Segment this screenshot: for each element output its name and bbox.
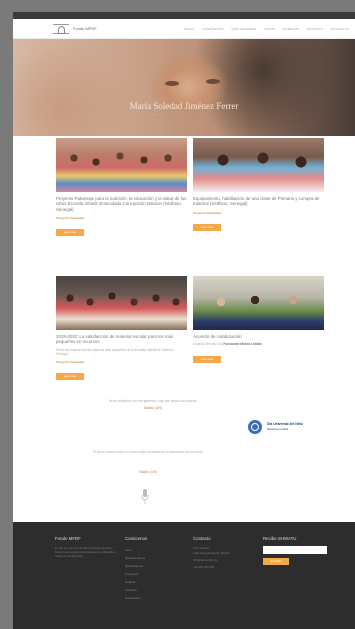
footer-heading: Contacto — [193, 536, 211, 541]
nav-item-apoya[interactable]: Apoya — [264, 27, 275, 31]
nav-item-inicio[interactable]: Inicio — [184, 27, 194, 31]
footer-link[interactable]: Donaciones — [125, 594, 185, 602]
project-photo[interactable] — [193, 138, 324, 192]
un-badge-title: Día Universal del Niño — [267, 422, 303, 426]
excerpt-prefix: Acuerdo firmado con — [193, 342, 223, 347]
footer-about: Fondo MFDF Fondo en memoria de María Sol… — [55, 536, 117, 559]
nav-item-eventos[interactable]: Eventos — [283, 27, 299, 31]
project-category: Proyecto Finalizado — [193, 210, 222, 215]
project-photo[interactable] — [193, 276, 324, 330]
footer-link[interactable]: Contacto — [125, 586, 185, 594]
footer-newsletter: Recibe SHWATU Suscribir — [263, 536, 335, 565]
footer-link[interactable]: Proyectos — [125, 570, 185, 578]
projects-row: Proyecto Pakamaje para la nutrición, la … — [56, 138, 324, 238]
nav-item-conocenos[interactable]: Conócenos — [202, 27, 223, 31]
main-nav: Inicio Conócenos Qué hacemos Apoya Event… — [184, 27, 349, 31]
site-logo[interactable]: Fondo MFDF — [53, 23, 97, 34]
footer-heading: Conócenos — [125, 536, 148, 541]
quote-author: Malala (UN) — [143, 406, 163, 410]
site-header: Fondo MFDF Inicio Conócenos Qué hacemos … — [13, 19, 355, 39]
footer-about-text: Fondo en memoria de María Soledad Jiméne… — [55, 546, 117, 559]
footer-link[interactable]: Quiénes somos — [125, 554, 185, 562]
project-excerpt: Envío de material escolar para los más p… — [56, 347, 175, 357]
hero-image-detail — [206, 79, 220, 84]
read-more-button[interactable]: Leer más — [193, 355, 221, 363]
project-excerpt: Acuerdo firmado con Fundación Manos Unid… — [193, 342, 324, 346]
browser-page: Fondo MFDF Inicio Conócenos Qué hacemos … — [13, 12, 355, 629]
admin-bar — [13, 12, 355, 19]
read-more-button[interactable]: Leer más — [56, 229, 84, 237]
hero-image-detail — [165, 81, 179, 86]
project-title[interactable]: Acuerdo de colaboración — [193, 334, 324, 339]
footer-link[interactable]: Noticias — [125, 578, 185, 586]
project-category: Proyecto Finalizado — [56, 360, 85, 365]
read-more-button[interactable]: Leer más — [193, 223, 221, 231]
hero-title: María Soledad Jiménez Ferrer — [129, 101, 239, 111]
microphone-icon — [141, 489, 149, 504]
project-photo[interactable] — [56, 138, 187, 192]
newsletter-email-input[interactable] — [263, 546, 327, 554]
footer-links: Conócenos Inicio Quiénes somos Qué hacem… — [125, 536, 185, 602]
quote-text: No es suficiente con ser generoso; hay q… — [108, 399, 198, 403]
logo-text: Fondo MFDF — [73, 26, 97, 31]
project-category: Proyecto Finalizado — [56, 216, 85, 221]
nav-item-noticias[interactable]: Noticias — [307, 27, 323, 31]
logo-icon — [53, 23, 69, 34]
project-title[interactable]: Equipamiento, habilitación de una clase … — [193, 196, 324, 207]
subscribe-button[interactable]: Suscribir — [263, 558, 289, 565]
footer-contact-line: +34 900 000 000 — [193, 565, 215, 570]
site-footer: Fondo MFDF Fondo en memoria de María Sol… — [13, 522, 355, 629]
project-card: Equipamiento, habilitación de una clase … — [193, 138, 324, 238]
projects-row: 2019-2020: La satisfacción de material e… — [56, 276, 324, 382]
hero-subtitle: Una mirada de esperanza solidaria — [152, 114, 216, 119]
footer-link[interactable]: Inicio — [125, 546, 185, 554]
footer-heading: Recibe SHWATU — [263, 536, 297, 541]
un-emblem-icon — [248, 420, 262, 434]
project-card: Acuerdo de colaboración Acuerdo firmado … — [193, 276, 324, 382]
quote-author: Malala (UN) — [138, 470, 158, 474]
footer-heading: Fondo MFDF — [55, 536, 81, 541]
read-more-button[interactable]: Leer más — [56, 373, 84, 381]
project-title[interactable]: Proyecto Pakamaje para la nutrición, la … — [56, 196, 187, 212]
project-photo[interactable] — [56, 276, 187, 330]
footer-link[interactable]: Qué hacemos — [125, 562, 185, 570]
excerpt-highlight: Fundación Manos Unidas — [223, 342, 262, 347]
project-card: Proyecto Pakamaje para la nutrición, la … — [56, 138, 187, 238]
footer-contact-line: Calle Santa Engracia, Madrid — [193, 551, 230, 556]
nav-item-que-hacemos[interactable]: Qué hacemos — [232, 27, 257, 31]
nav-item-contacto[interactable]: Contacto — [331, 27, 349, 31]
footer-contact: Contacto Con nosotros Calle Santa Engrac… — [193, 536, 261, 571]
footer-contact-line[interactable]: info@fondomfdf.org — [193, 557, 261, 564]
hero-banner: María Soledad Jiménez Ferrer Una mirada … — [13, 39, 355, 136]
un-badge-subtitle: Naciones Unidas — [267, 427, 289, 431]
project-card: 2019-2020: La satisfacción de material e… — [56, 276, 187, 382]
quote-text: El único camino hacia un futuro mejor es… — [92, 450, 204, 454]
project-title[interactable]: 2019-2020: La satisfacción de material e… — [56, 334, 187, 345]
